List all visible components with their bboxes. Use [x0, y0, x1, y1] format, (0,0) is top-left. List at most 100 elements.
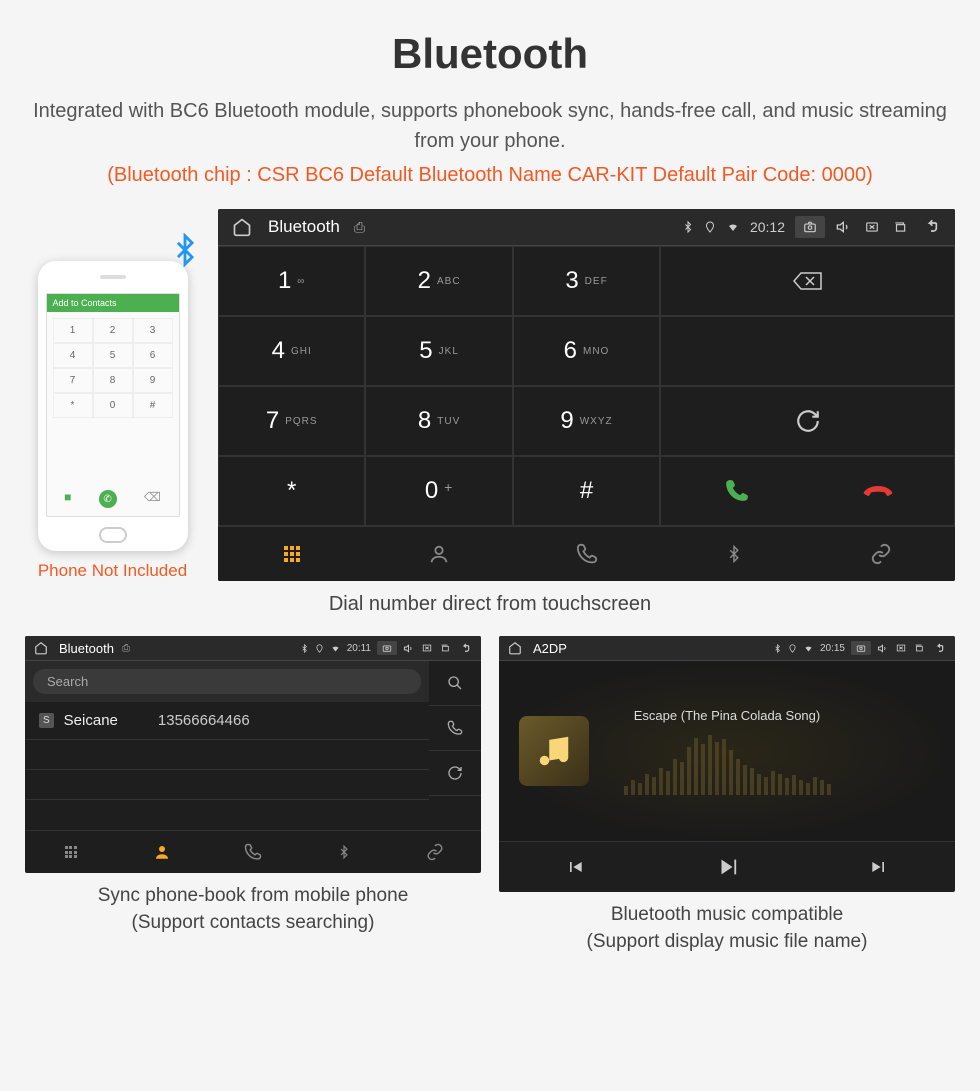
statusbar-time: 20:11 [347, 643, 371, 654]
key-1[interactable]: 1∞ [218, 246, 365, 316]
song-title: Escape (The Pina Colada Song) [634, 708, 820, 723]
tab-keypad[interactable] [25, 831, 116, 873]
call-contact-icon[interactable] [429, 706, 481, 751]
camera-icon[interactable] [851, 641, 871, 655]
dialer-keypad: 1∞ 2ABC 3DEF 4GHI 5JKL 6MNO 7PQRS 8TUV 9… [218, 246, 955, 526]
key-9[interactable]: 9WXYZ [513, 386, 660, 456]
phone-key: 9 [133, 368, 173, 393]
tab-bluetooth[interactable] [660, 527, 807, 581]
contact-name: Seicane [64, 712, 118, 729]
tab-history[interactable] [207, 831, 298, 873]
contacts-screen: Bluetooth ⎙ 20:11 [25, 636, 481, 873]
back-icon[interactable] [919, 219, 943, 235]
phone-key: 0 [93, 393, 133, 418]
contact-list[interactable]: S Seicane 13566664466 [25, 702, 429, 830]
tab-contacts[interactable] [365, 527, 512, 581]
tab-keypad[interactable] [218, 527, 365, 581]
tab-pair[interactable] [390, 831, 481, 873]
recent-apps-icon[interactable] [891, 220, 909, 234]
prev-track-button[interactable] [499, 842, 651, 892]
audio-visualizer [624, 735, 831, 795]
contact-initial-badge: S [39, 713, 54, 728]
key-4[interactable]: 4GHI [218, 316, 365, 386]
album-art [519, 716, 589, 786]
key-star[interactable]: * [218, 456, 365, 526]
recent-apps-icon[interactable] [439, 643, 451, 653]
tab-contacts[interactable] [116, 831, 207, 873]
statusbar-time: 20:12 [750, 219, 785, 235]
contact-side-actions [429, 661, 481, 830]
play-pause-button[interactable] [651, 842, 803, 892]
volume-icon[interactable] [835, 219, 853, 235]
recent-apps-icon[interactable] [913, 643, 925, 653]
backspace-button[interactable] [660, 246, 955, 316]
home-icon[interactable] [33, 640, 49, 656]
contact-row[interactable]: S Seicane 13566664466 [25, 702, 429, 740]
phone-caption: Phone Not Included [38, 561, 187, 581]
close-screen-icon[interactable] [895, 643, 907, 653]
bluetooth-specs: (Bluetooth chip : CSR BC6 Default Blueto… [25, 164, 955, 187]
bluetooth-signal-icon [168, 233, 202, 267]
music-screen: A2DP 20:15 Escape (The Pina Colada [499, 636, 955, 892]
video-call-icon: ■ [64, 490, 71, 508]
call-button[interactable] [669, 478, 804, 504]
dialer-caption: Dial number direct from touchscreen [25, 593, 955, 616]
key-0[interactable]: 0+ [365, 456, 512, 526]
bluetooth-status-icon [300, 643, 309, 654]
home-icon[interactable] [230, 215, 254, 239]
phone-screen: Add to Contacts 1 2 3 4 5 6 7 8 9 * 0 # [46, 293, 180, 517]
camera-icon[interactable] [795, 216, 825, 238]
phone-key: 3 [133, 318, 173, 343]
contact-row-empty [25, 800, 429, 830]
statusbar-title: Bluetooth [59, 641, 114, 656]
phone-mockup-column: Add to Contacts 1 2 3 4 5 6 7 8 9 * 0 # [25, 261, 200, 581]
contacts-tabs [25, 830, 481, 873]
location-icon [788, 643, 797, 654]
key-6[interactable]: 6MNO [513, 316, 660, 386]
key-3[interactable]: 3DEF [513, 246, 660, 316]
search-input[interactable]: Search [33, 669, 421, 694]
phone-key: 5 [93, 343, 133, 368]
camera-icon[interactable] [377, 641, 397, 655]
dialer-tabs [218, 526, 955, 581]
home-icon[interactable] [507, 640, 523, 656]
backspace-icon: ⌫ [144, 490, 161, 508]
close-screen-icon[interactable] [863, 220, 881, 234]
key-8[interactable]: 8TUV [365, 386, 512, 456]
dialer-statusbar: Bluetooth ⎙ 20:12 [218, 209, 955, 246]
tab-pair[interactable] [808, 527, 955, 581]
phone-key: 2 [93, 318, 133, 343]
music-caption: Bluetooth music compatible(Support displ… [499, 902, 955, 955]
music-controls [499, 841, 955, 892]
sync-icon[interactable] [429, 751, 481, 796]
tab-history[interactable] [513, 527, 660, 581]
phone-key: # [133, 393, 173, 418]
music-statusbar: A2DP 20:15 [499, 636, 955, 661]
next-track-button[interactable] [803, 842, 955, 892]
close-screen-icon[interactable] [421, 643, 433, 653]
usb-icon: ⎙ [354, 219, 365, 236]
back-icon[interactable] [931, 643, 947, 654]
search-icon[interactable] [429, 661, 481, 706]
contacts-caption: Sync phone-book from mobile phone(Suppor… [25, 883, 481, 936]
phone-footer: ■ ✆ ⌫ [47, 486, 179, 512]
tab-bluetooth[interactable] [299, 831, 390, 873]
key-5[interactable]: 5JKL [365, 316, 512, 386]
phone-speaker [100, 275, 126, 279]
contact-row-empty [25, 740, 429, 770]
key-7[interactable]: 7PQRS [218, 386, 365, 456]
contact-phone: 13566664466 [158, 712, 250, 729]
call-icon: ✆ [99, 490, 117, 508]
search-row: Search [25, 661, 429, 702]
keypad-icon [65, 846, 77, 858]
page-title: Bluetooth [25, 30, 955, 78]
key-2[interactable]: 2ABC [365, 246, 512, 316]
key-hash[interactable]: # [513, 456, 660, 526]
hangup-button[interactable] [811, 481, 946, 501]
volume-icon[interactable] [877, 643, 889, 654]
back-icon[interactable] [457, 643, 473, 654]
wifi-icon [803, 644, 814, 653]
volume-icon[interactable] [403, 643, 415, 654]
page-subtitle: Integrated with BC6 Bluetooth module, su… [25, 96, 955, 156]
redial-button[interactable] [660, 386, 955, 456]
